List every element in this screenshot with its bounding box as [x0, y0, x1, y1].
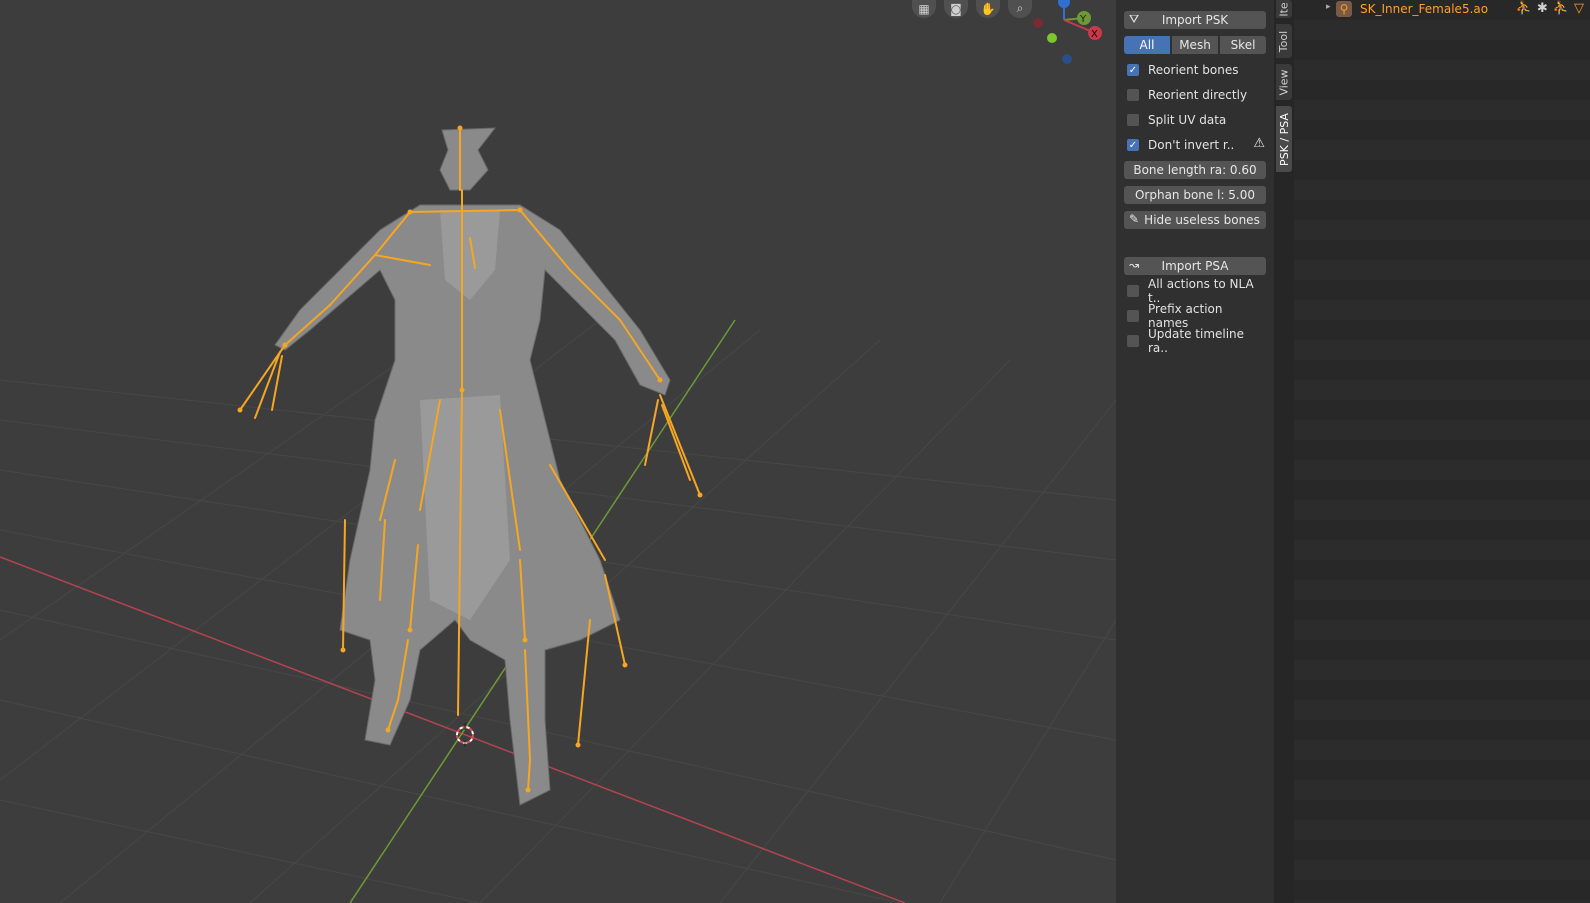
viewport-scene: Y X	[0, 0, 1116, 903]
bone-icon: ✎	[1129, 212, 1140, 226]
orphan-bone-length-field[interactable]: Orphan bone l: 5.00	[1124, 186, 1266, 204]
checkbox-label: All actions to NLA t..	[1148, 277, 1254, 305]
tab-label: Tool	[1277, 30, 1291, 52]
checkbox-box	[1127, 335, 1139, 347]
gizmo-y-label: Y	[1079, 14, 1087, 25]
camera-icon[interactable]: ◙	[944, 0, 968, 18]
outliner: ▸ ⚲ SK_Inner_Female5.ao ⛹ ✱ ⛹ ▽	[1294, 0, 1590, 903]
reorient-bones-checkbox[interactable]: ✓ Reorient bones	[1124, 61, 1266, 79]
split-uv-data-checkbox[interactable]: Split UV data	[1124, 111, 1266, 129]
check-icon: ✓	[1127, 139, 1139, 151]
armature-icon: ⚲	[1336, 1, 1352, 17]
pose-icon[interactable]: ⛹	[1516, 1, 1532, 16]
reorient-directly-checkbox[interactable]: Reorient directly	[1124, 86, 1266, 104]
bone-length-label: Bone length ra: 0.60	[1133, 163, 1257, 177]
update-timeline-range-checkbox[interactable]: Update timeline ra..	[1124, 327, 1266, 355]
armature-data-icon[interactable]: ⛹	[1553, 1, 1569, 16]
tab-view[interactable]: View	[1276, 64, 1292, 100]
checkbox-label: Don't invert r..	[1148, 138, 1235, 152]
checkbox-box	[1127, 89, 1139, 101]
checkbox-label: Update timeline ra..	[1148, 327, 1245, 355]
hand-icon[interactable]: ✋	[976, 0, 1000, 18]
checkbox-label: Reorient directly	[1148, 88, 1248, 102]
outliner-item-label: SK_Inner_Female5.ao	[1360, 2, 1489, 16]
checkbox-label: Split UV data	[1148, 113, 1227, 127]
sidebar-panel: ⛛ Import PSK All Mesh Skel ✓ Reorient bo…	[1116, 0, 1274, 903]
checkbox-label: Reorient bones	[1148, 63, 1239, 77]
bone-length-ratio-field[interactable]: Bone length ra: 0.60	[1124, 161, 1266, 179]
checkbox-box	[1127, 310, 1139, 322]
tab-item[interactable]: Ite	[1276, 0, 1292, 18]
filter-option-all[interactable]: All	[1124, 36, 1170, 54]
warning-icon: ⚠	[1253, 136, 1265, 151]
tab-label: Ite	[1277, 1, 1291, 17]
viewport-nav-buttons: ▦ ◙ ✋ ⌕	[912, 0, 1032, 18]
dont-invert-checkbox[interactable]: ✓ Don't invert r.. ⚠	[1124, 136, 1266, 154]
import-action-icon: ↝	[1129, 258, 1140, 272]
import-psa-button[interactable]: ↝ Import PSA	[1124, 257, 1266, 275]
import-mesh-icon: ⛛	[1129, 12, 1140, 26]
filter-option-skel[interactable]: Skel	[1220, 36, 1266, 54]
prefix-action-names-checkbox[interactable]: Prefix action names	[1124, 302, 1266, 330]
tab-label: View	[1277, 68, 1291, 96]
tab-tool[interactable]: Tool	[1276, 24, 1292, 58]
import-psk-label: Import PSK	[1161, 13, 1229, 27]
filter-option-mesh[interactable]: Mesh	[1172, 36, 1218, 54]
blender-window: Y X ▦ ◙ ✋ ⌕ ⛛ Import PSK All Mesh Skel ✓…	[0, 0, 1590, 903]
checkbox-label: Prefix action names	[1148, 302, 1223, 330]
checkbox-box	[1127, 285, 1139, 297]
sidebar-tabs: Ite Tool View PSK / PSA	[1274, 0, 1294, 903]
all-actions-nla-checkbox[interactable]: All actions to NLA t..	[1124, 277, 1266, 305]
zoom-icon[interactable]: ⌕	[1008, 0, 1032, 18]
tab-label: PSK / PSA	[1277, 112, 1291, 166]
check-icon: ✓	[1127, 64, 1139, 76]
outliner-item[interactable]: ▸ ⚲ SK_Inner_Female5.ao ⛹ ✱ ⛹ ▽	[1294, 0, 1590, 20]
orphan-bone-label: Orphan bone l: 5.00	[1134, 188, 1256, 202]
3d-viewport[interactable]: Y X ▦ ◙ ✋ ⌕	[0, 0, 1116, 903]
import-filter-segmented: All Mesh Skel	[1124, 36, 1266, 54]
mesh-icon[interactable]: ▽	[1574, 1, 1584, 16]
hide-useless-label: Hide useless bones	[1144, 213, 1260, 227]
tab-psk-psa[interactable]: PSK / PSA	[1276, 106, 1292, 172]
bone-group-icon[interactable]: ✱	[1537, 1, 1548, 16]
import-psk-button[interactable]: ⛛ Import PSK	[1124, 11, 1266, 29]
hide-useless-bones-button[interactable]: ✎ Hide useless bones	[1124, 211, 1266, 229]
expand-arrow-icon[interactable]: ▸	[1326, 2, 1331, 12]
import-psa-label: Import PSA	[1161, 259, 1229, 273]
checkbox-box	[1127, 114, 1139, 126]
navigation-gizmo[interactable]: Y X	[1033, 0, 1102, 64]
grid-icon[interactable]: ▦	[912, 0, 936, 18]
gizmo-x-label: X	[1091, 29, 1098, 40]
outliner-modifier-icons: ⛹ ✱ ⛹ ▽	[1516, 1, 1584, 16]
